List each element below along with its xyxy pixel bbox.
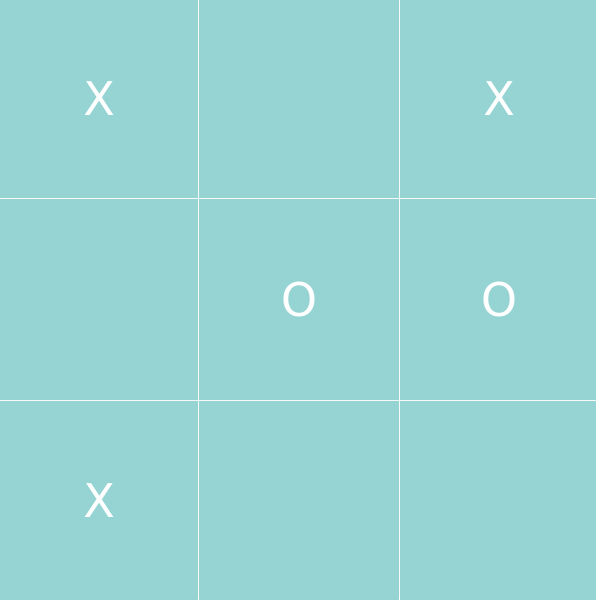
- cell-row1-col2[interactable]: [199, 0, 399, 198]
- cell-row1-col3[interactable]: X: [400, 0, 596, 198]
- cell-row2-col3[interactable]: O: [400, 199, 596, 400]
- cell-mark: X: [483, 72, 515, 126]
- cell-row3-col3[interactable]: [400, 401, 596, 600]
- tic-tac-toe-board: X X O O X: [0, 0, 596, 600]
- cell-mark: X: [83, 473, 115, 528]
- cell-mark: X: [83, 72, 115, 126]
- cell-mark: O: [280, 272, 318, 327]
- cell-row3-col2[interactable]: [199, 401, 399, 600]
- cell-row1-col1[interactable]: X: [0, 0, 198, 198]
- cell-row3-col1[interactable]: X: [0, 401, 198, 600]
- cell-row2-col1[interactable]: [0, 199, 198, 400]
- cell-mark: O: [480, 272, 518, 327]
- cell-row2-col2[interactable]: O: [199, 199, 399, 400]
